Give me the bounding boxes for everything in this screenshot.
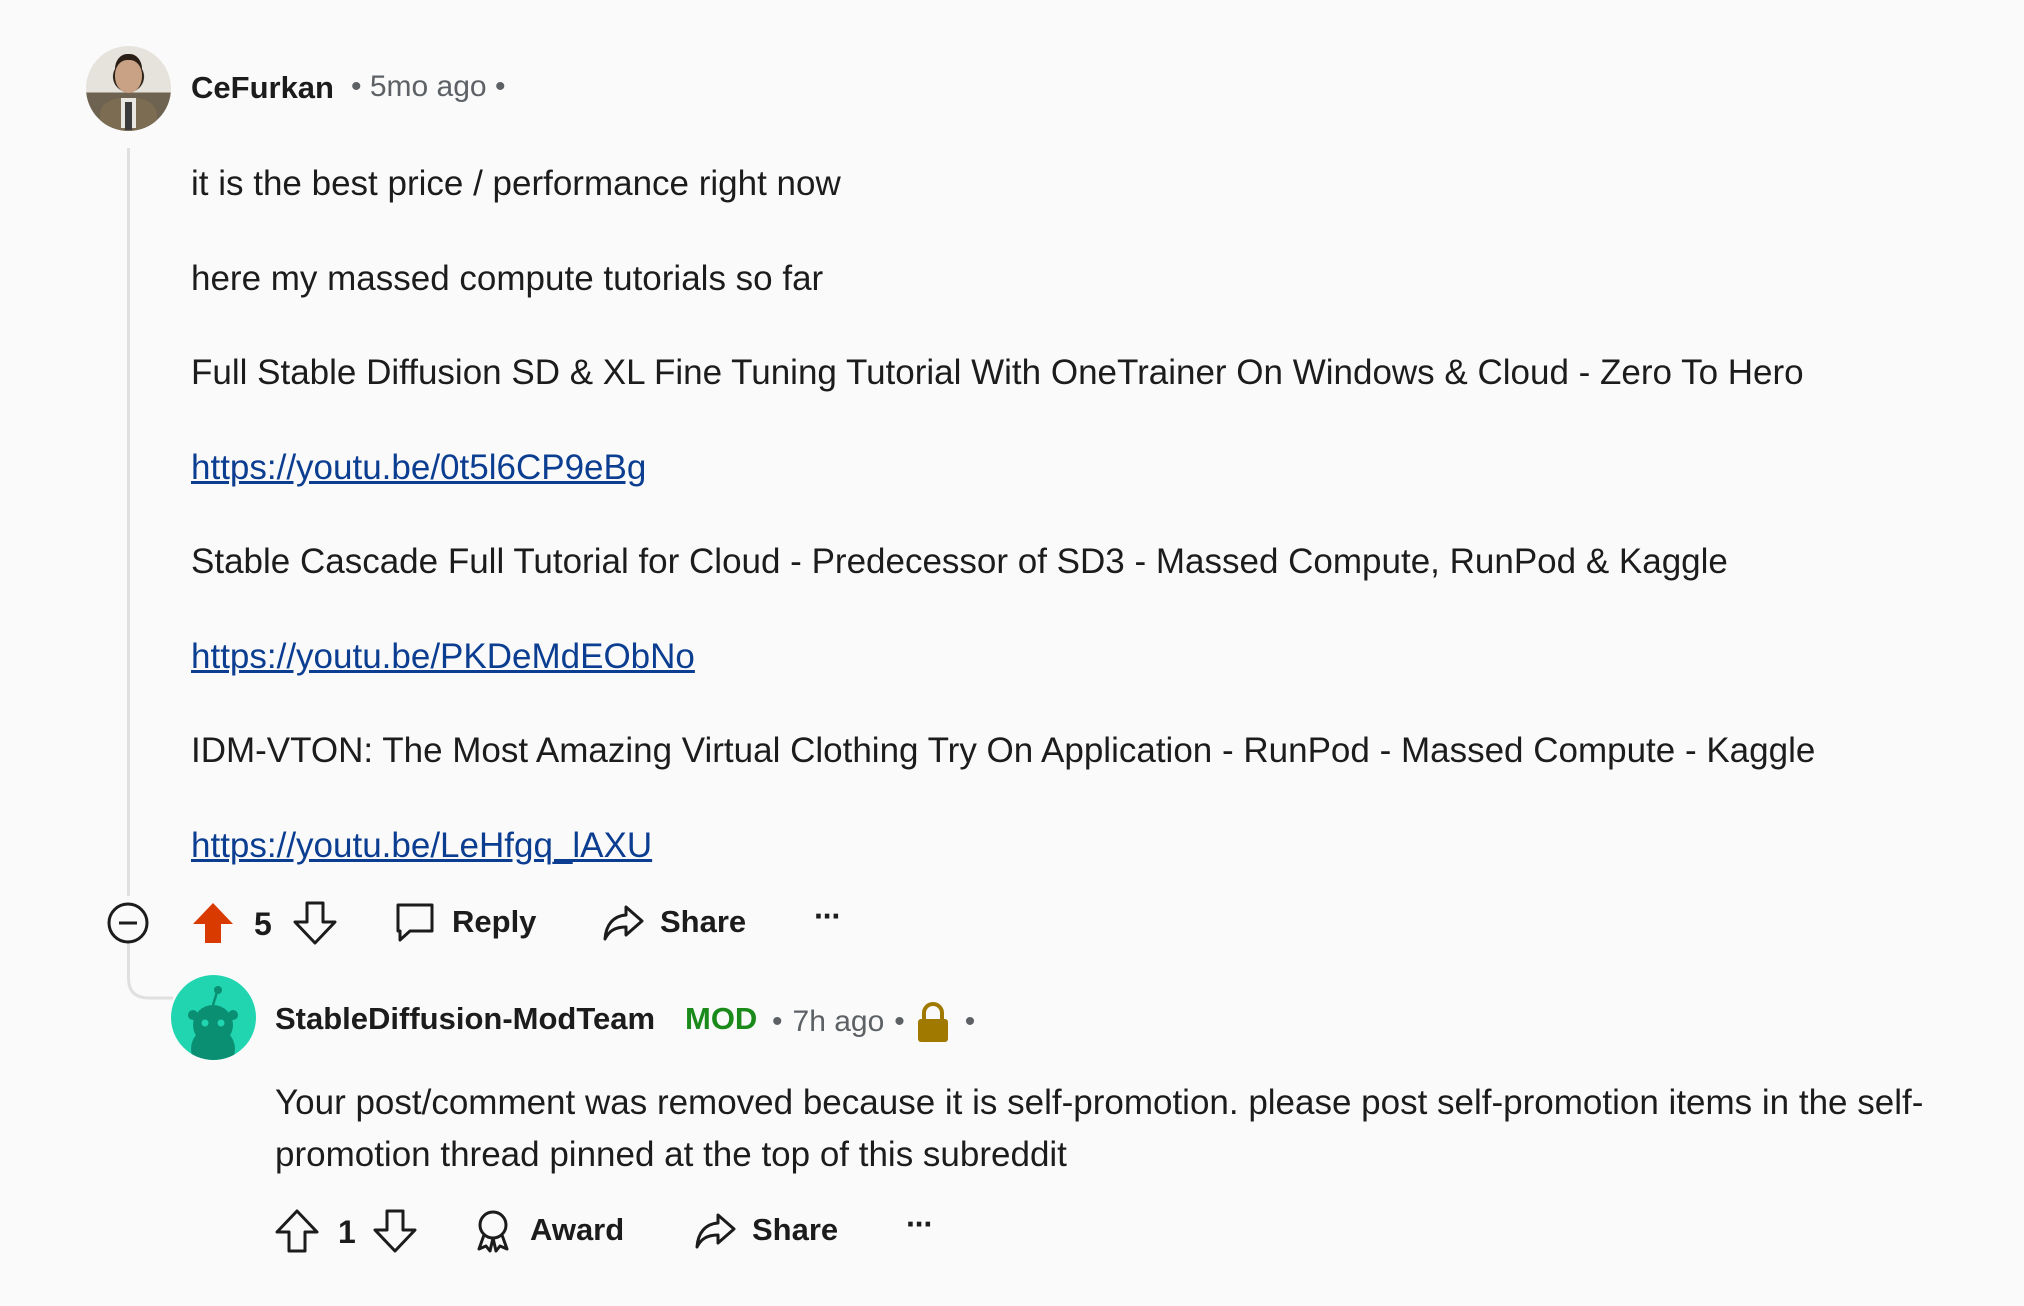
- more-icon[interactable]: ···: [906, 1206, 934, 1243]
- share-button[interactable]: Share: [692, 1207, 838, 1253]
- meta-dot: •: [772, 1005, 783, 1038]
- share-label: Share: [752, 1212, 839, 1247]
- mod-avatar[interactable]: [171, 975, 256, 1060]
- avatar-face: [115, 60, 142, 93]
- tutorial-link[interactable]: https://youtu.be/0t5l6CP9eBg: [191, 447, 646, 489]
- upvote-icon[interactable]: [190, 900, 236, 946]
- share-label: Share: [660, 904, 747, 939]
- meta-dot: •: [351, 70, 362, 103]
- tutorial-title: Full Stable Diffusion SD & XL Fine Tunin…: [191, 353, 1804, 392]
- tutorial-title: IDM-VTON: The Most Amazing Virtual Cloth…: [191, 731, 1816, 770]
- comment-author[interactable]: CeFurkan: [191, 70, 334, 106]
- award-button[interactable]: Award: [470, 1207, 624, 1253]
- award-icon: [470, 1207, 516, 1253]
- reply-text-line: Your post/comment was removed because it…: [275, 1083, 1924, 1122]
- tutorial-title: Stable Cascade Full Tutorial for Cloud -…: [191, 542, 1728, 581]
- reply-age[interactable]: 7h ago: [793, 1005, 885, 1039]
- tutorial-link[interactable]: https://youtu.be/LeHfgq_lAXU: [191, 825, 652, 867]
- award-label: Award: [530, 1212, 625, 1247]
- share-button[interactable]: Share: [600, 899, 746, 945]
- share-icon: [692, 1207, 738, 1253]
- reply-text-line: promotion thread pinned at the top of th…: [275, 1135, 1067, 1174]
- vote-count: 1: [338, 1214, 356, 1250]
- downvote-icon[interactable]: [372, 1208, 418, 1254]
- comment-age[interactable]: 5mo ago: [370, 70, 487, 103]
- comment-meta: • 5mo ago •: [351, 70, 505, 104]
- thread-line[interactable]: [127, 148, 130, 896]
- meta-dot: •: [494, 70, 506, 103]
- avatar-tie: [125, 102, 132, 130]
- reply-meta: • 7h ago • •: [772, 1001, 975, 1043]
- comment-paragraph: here my massed compute tutorials so far: [191, 259, 824, 298]
- upvote-icon[interactable]: [274, 1208, 320, 1254]
- downvote-icon[interactable]: [292, 900, 338, 946]
- share-icon: [600, 899, 646, 945]
- reply-label: Reply: [452, 904, 537, 939]
- thread-connector: [127, 940, 173, 1000]
- comment-icon: [392, 899, 438, 945]
- vote-count: 5: [254, 906, 272, 942]
- meta-dot: •: [894, 1005, 905, 1038]
- mod-badge: MOD: [685, 1001, 758, 1036]
- comment-paragraph: it is the best price / performance right…: [191, 164, 841, 203]
- collapse-icon[interactable]: [106, 901, 150, 945]
- reply-button[interactable]: Reply: [392, 899, 536, 945]
- tutorial-link[interactable]: https://youtu.be/PKDeMdEObNo: [191, 636, 695, 678]
- lock-icon: [915, 1001, 951, 1043]
- meta-dot: •: [964, 1005, 976, 1038]
- avatar[interactable]: [86, 46, 171, 131]
- reply-author[interactable]: StableDiffusion-ModTeam: [275, 1001, 655, 1037]
- more-icon[interactable]: ···: [814, 898, 842, 935]
